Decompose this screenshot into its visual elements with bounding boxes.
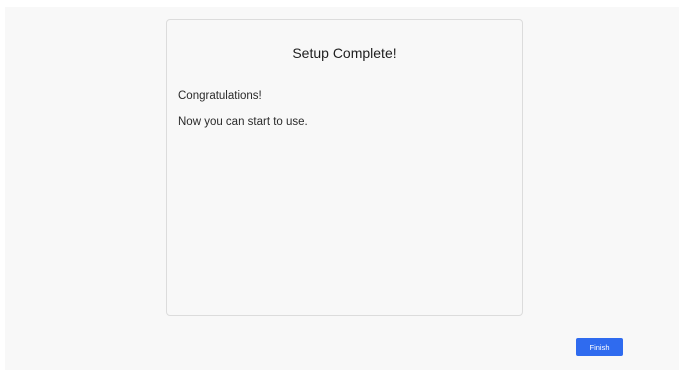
finish-button[interactable]: Finish	[576, 338, 623, 356]
setup-window: Setup Complete! Congratulations! Now you…	[5, 7, 679, 370]
congratulations-text: Congratulations!	[178, 90, 262, 102]
start-using-text: Now you can start to use.	[178, 116, 308, 128]
panel-body: Congratulations! Now you can start to us…	[178, 90, 498, 142]
setup-complete-panel: Setup Complete! Congratulations! Now you…	[166, 19, 523, 316]
panel-title: Setup Complete!	[292, 45, 397, 61]
